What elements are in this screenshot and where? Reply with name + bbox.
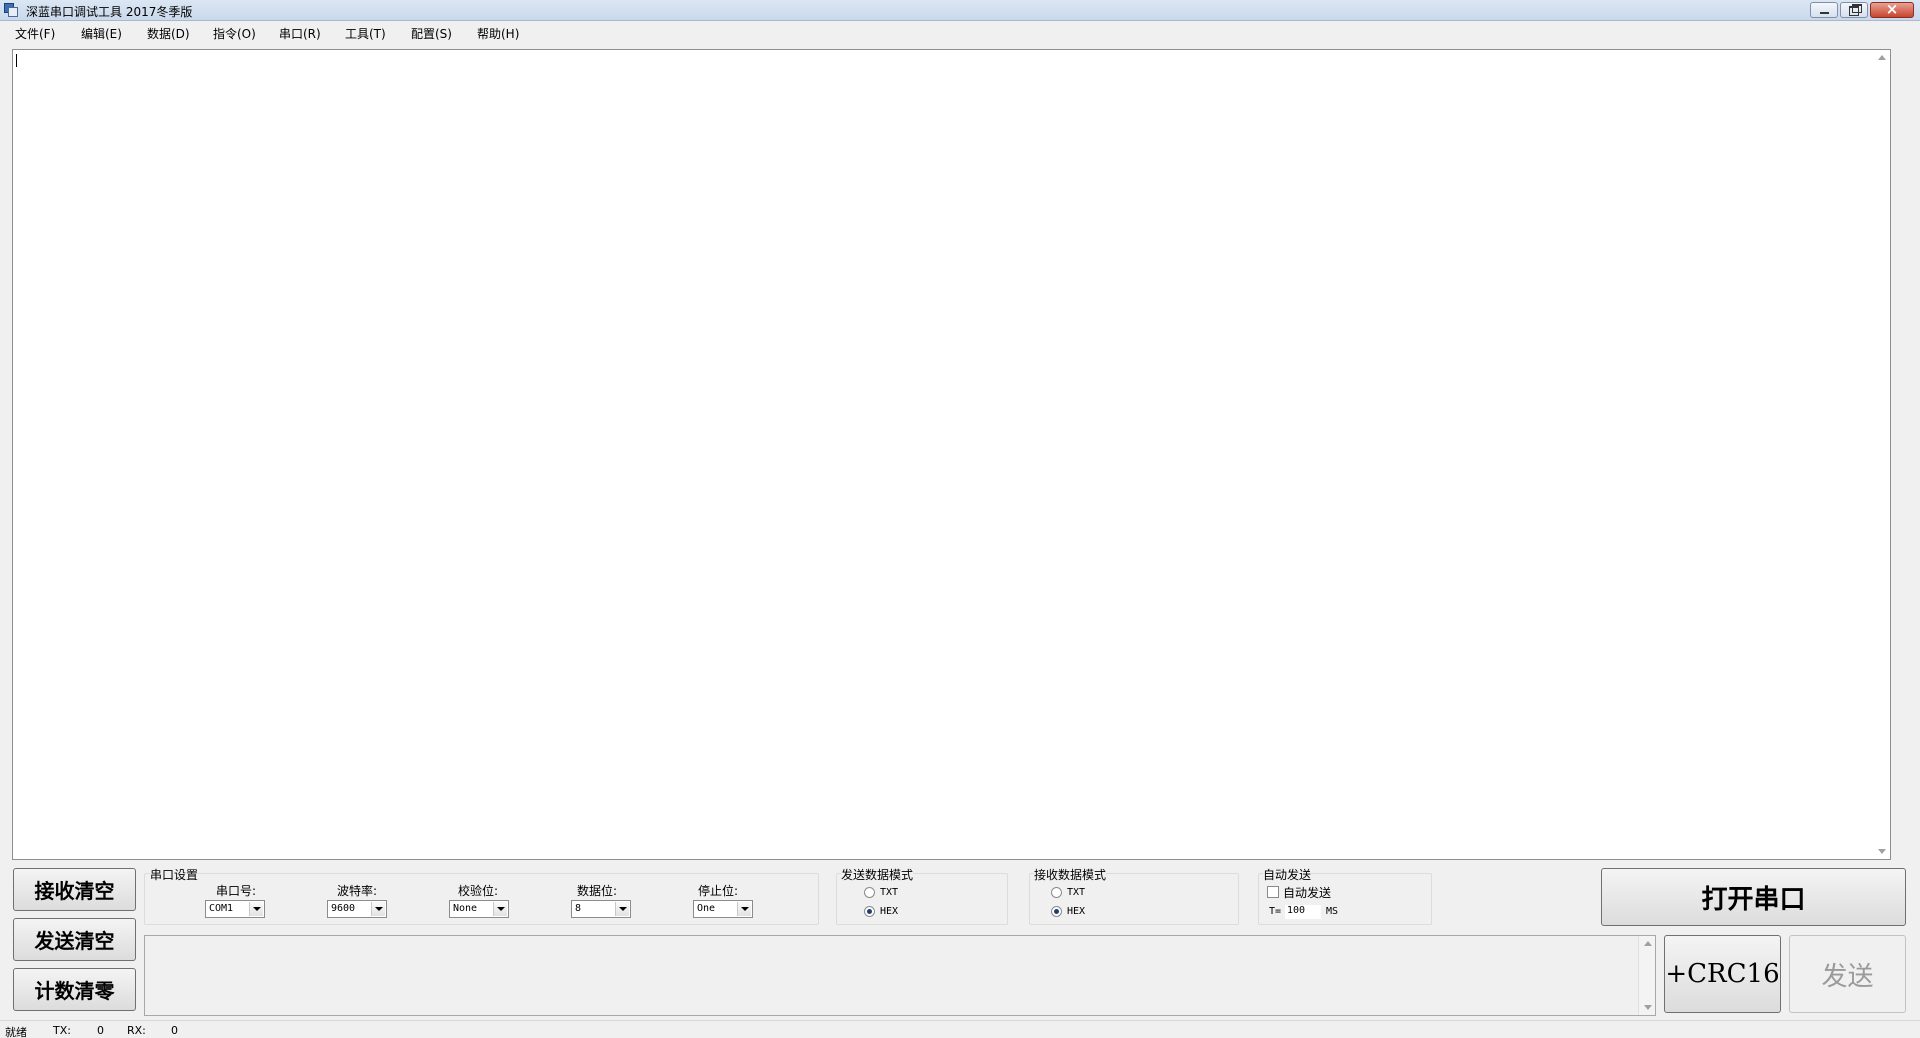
crc16-button[interactable]: +CRC16 [1664,935,1781,1013]
menu-serial[interactable]: 串口(R) [279,25,321,42]
clear-receive-button[interactable]: 接收清空 [13,868,136,911]
auto-send-group-label: 自动发送 [1263,866,1312,883]
open-port-button[interactable]: 打开串口 [1601,868,1906,926]
interval-unit: MS [1326,906,1339,917]
menu-edit[interactable]: 编辑(E) [81,25,122,42]
status-state: 就绪 [5,1026,27,1038]
send-txt-radio[interactable] [864,887,875,898]
send-mode-label: 发送数据模式 [841,866,914,883]
send-scrollbar[interactable] [1638,936,1655,1015]
app-icon [4,3,18,17]
scroll-down-icon[interactable] [1644,1005,1652,1010]
chevron-down-icon [493,902,507,916]
status-bar: 就绪 TX: 0 RX: 0 [0,1020,1920,1038]
minimize-button[interactable] [1810,2,1838,18]
rx-label: RX: [127,1024,146,1037]
window-controls [1810,0,1914,18]
menu-help[interactable]: 帮助(H) [477,25,519,42]
menu-bar: 文件(F) 编辑(E) 数据(D) 指令(O) 串口(R) 工具(T) 配置(S… [0,21,1920,43]
interval-prefix: T= [1269,906,1282,917]
chevron-down-icon [249,902,263,916]
send-hex-label: HEX [880,906,899,917]
baud-label: 波特率: [337,884,378,898]
serial-settings-label: 串口设置 [150,866,199,883]
auto-send-checkbox[interactable] [1267,886,1279,898]
close-button[interactable] [1870,0,1914,18]
menu-file[interactable]: 文件(F) [15,25,55,42]
scroll-up-icon[interactable] [1878,55,1886,60]
baud-select[interactable]: 9600 [327,900,387,918]
send-hex-radio[interactable] [864,906,875,917]
menu-data[interactable]: 数据(D) [147,25,190,42]
interval-input[interactable]: 100 [1285,905,1321,919]
port-label: 串口号: [216,884,257,898]
parity-select[interactable]: None [449,900,509,918]
menu-config[interactable]: 配置(S) [411,25,452,42]
auto-send-checkbox-label: 自动发送 [1283,886,1332,900]
recv-txt-radio[interactable] [1051,887,1062,898]
scroll-up-icon[interactable] [1644,941,1652,946]
receive-textarea[interactable] [12,49,1891,860]
tx-label: TX: [53,1024,71,1037]
send-button[interactable]: 发送 [1789,935,1906,1013]
databits-label: 数据位: [577,884,618,898]
restore-button[interactable] [1840,2,1868,18]
recv-txt-label: TXT [1067,887,1086,898]
recv-mode-label: 接收数据模式 [1034,866,1107,883]
menu-command[interactable]: 指令(O) [213,25,256,42]
rx-count: 0 [171,1024,178,1037]
send-textarea[interactable] [144,935,1656,1016]
chevron-down-icon [371,902,385,916]
parity-label: 校验位: [458,884,499,898]
chevron-down-icon [615,902,629,916]
stopbits-label: 停止位: [698,884,739,898]
window-title: 深蓝串口调试工具 2017冬季版 [26,5,193,19]
chevron-down-icon [737,902,751,916]
scroll-down-icon[interactable] [1878,849,1886,854]
title-bar: 深蓝串口调试工具 2017冬季版 [0,0,1920,21]
clear-send-button[interactable]: 发送清空 [13,918,136,961]
receive-scrollbar[interactable] [1873,50,1890,859]
recv-hex-radio[interactable] [1051,906,1062,917]
send-txt-label: TXT [880,887,899,898]
menu-tools[interactable]: 工具(T) [345,25,386,42]
stopbits-select[interactable]: One [693,900,753,918]
recv-hex-label: HEX [1067,906,1086,917]
port-select[interactable]: COM1 [205,900,265,918]
databits-select[interactable]: 8 [571,900,631,918]
tx-count: 0 [97,1024,104,1037]
reset-count-button[interactable]: 计数清零 [13,968,136,1011]
text-caret [16,54,17,67]
